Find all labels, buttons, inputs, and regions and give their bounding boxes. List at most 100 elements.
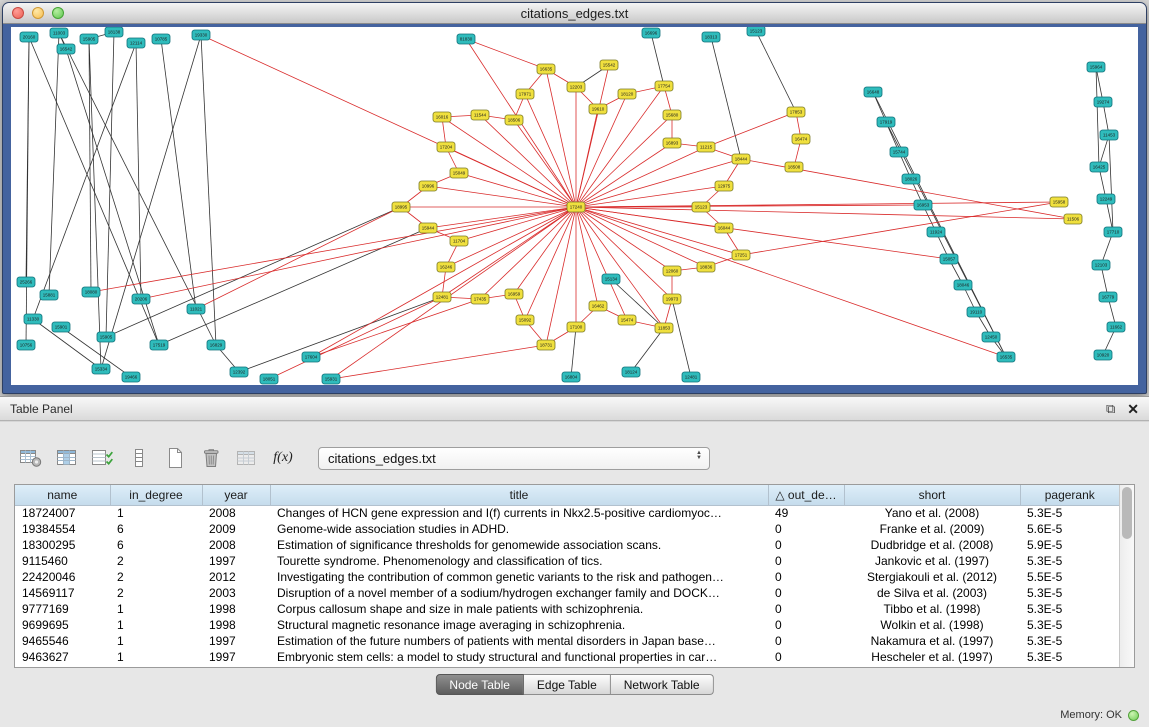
table-cell[interactable]: Nakamura et al. (1997) <box>844 633 1020 649</box>
table-cell[interactable]: 6 <box>110 521 202 537</box>
graph-node[interactable]: 11453 <box>1100 130 1118 140</box>
graph-node[interactable]: 17204 <box>437 142 455 152</box>
table-row[interactable]: 1456911722003Disruption of a novel membe… <box>15 585 1119 601</box>
graph-node[interactable]: 15964 <box>1087 62 1105 72</box>
edit-columns-icon[interactable] <box>88 444 118 472</box>
table-row[interactable]: 911546021997Tourette syndrome. Phenomeno… <box>15 553 1119 569</box>
table-cell[interactable]: 14569117 <box>15 585 110 601</box>
column-header[interactable]: year <box>202 485 270 505</box>
table-cell[interactable]: 0 <box>768 633 844 649</box>
graph-node[interactable]: 15123 <box>692 202 710 212</box>
table-cell[interactable]: 5.3E-5 <box>1020 649 1119 665</box>
graph-node[interactable]: 15092 <box>516 315 534 325</box>
table-cell[interactable]: 2 <box>110 569 202 585</box>
graph-node[interactable]: 19610 <box>589 104 607 114</box>
graph-node[interactable]: 16893 <box>663 138 681 148</box>
table-cell[interactable]: Tourette syndrome. Phenomenology and cla… <box>270 553 768 569</box>
tab-edge-table[interactable]: Edge Table <box>524 674 611 695</box>
graph-node[interactable]: 11704 <box>450 236 468 246</box>
graph-node[interactable]: 18731 <box>537 340 555 350</box>
table-cell[interactable]: de Silva et al. (2003) <box>844 585 1020 601</box>
graph-node[interactable]: 15680 <box>663 110 681 120</box>
table-cell[interactable]: Changes of HCN gene expression and I(f) … <box>270 505 768 521</box>
graph-node[interactable]: 12450 <box>982 332 1000 342</box>
graph-node[interactable]: 11330 <box>24 314 42 324</box>
graph-node[interactable]: 19466 <box>122 372 140 382</box>
table-row[interactable]: 1938455462009Genome-wide association stu… <box>15 521 1119 537</box>
graph-node[interactable]: 16804 <box>562 372 580 382</box>
graph-node[interactable]: 16474 <box>792 134 810 144</box>
table-cell[interactable]: Wolkin et al. (1998) <box>844 617 1020 633</box>
table-cell[interactable]: 0 <box>768 649 844 665</box>
zoom-window-icon[interactable] <box>52 7 64 19</box>
graph-node[interactable]: 16635 <box>537 64 555 74</box>
graph-node[interactable]: 16425 <box>1090 162 1108 172</box>
table-cell[interactable]: 0 <box>768 601 844 617</box>
graph-node[interactable]: 16535 <box>997 352 1015 362</box>
table-cell[interactable]: 0 <box>768 521 844 537</box>
table-source-select[interactable]: citations_edges.txt ▲▼ <box>318 447 710 470</box>
graph-node[interactable]: 12249 <box>1097 194 1115 204</box>
table-cell[interactable]: 22420046 <box>15 569 110 585</box>
graph-node[interactable]: 17710 <box>1104 227 1122 237</box>
table-options-icon[interactable] <box>16 444 46 472</box>
graph-node[interactable]: 16829 <box>207 340 225 350</box>
graph-node[interactable]: 16779 <box>1099 292 1117 302</box>
graph-node[interactable]: 17251 <box>732 250 750 260</box>
table-cell[interactable]: Jankovic et al. (1997) <box>844 553 1020 569</box>
graph-node[interactable]: 16953 <box>914 200 932 210</box>
import-table-icon[interactable] <box>232 444 262 472</box>
table-cell[interactable]: 1 <box>110 505 202 521</box>
table-cell[interactable]: 2 <box>110 585 202 601</box>
graph-node[interactable]: 18138 <box>105 27 123 37</box>
table-cell[interactable]: Structural magnetic resonance image aver… <box>270 617 768 633</box>
table-cell[interactable]: Franke et al. (2009) <box>844 521 1020 537</box>
table-cell[interactable]: 5.3E-5 <box>1020 601 1119 617</box>
graph-node[interactable]: 17240 <box>567 202 585 212</box>
graph-node[interactable]: 15905 <box>97 332 115 342</box>
graph-node[interactable]: 15931 <box>322 374 340 384</box>
column-header[interactable]: name <box>15 485 110 505</box>
graph-node[interactable]: 11924 <box>927 227 945 237</box>
graph-node[interactable]: 18120 <box>618 89 636 99</box>
table-cell[interactable]: Dudbridge et al. (2008) <box>844 537 1020 553</box>
table-cell[interactable]: 0 <box>768 537 844 553</box>
graph-node[interactable]: 17100 <box>567 322 585 332</box>
graph-node[interactable]: 12060 <box>663 266 681 276</box>
table-cell[interactable]: 2012 <box>202 569 270 585</box>
column-header[interactable]: in_degree <box>110 485 202 505</box>
graph-node[interactable]: 11662 <box>1107 322 1125 332</box>
table-cell[interactable]: 1 <box>110 649 202 665</box>
graph-node[interactable]: 15474 <box>618 315 636 325</box>
table-cell[interactable]: 5.3E-5 <box>1020 617 1119 633</box>
graph-node[interactable]: 15542 <box>600 60 618 70</box>
table-cell[interactable]: 5.3E-5 <box>1020 505 1119 521</box>
graph-node[interactable]: 15049 <box>450 168 468 178</box>
table-cell[interactable]: 1 <box>110 601 202 617</box>
graph-node[interactable]: 25266 <box>17 277 35 287</box>
graph-node[interactable]: 17754 <box>655 81 673 91</box>
table-cell[interactable]: 9463627 <box>15 649 110 665</box>
function-builder-icon[interactable]: f(x) <box>268 444 298 472</box>
table-cell[interactable]: Embryonic stem cells: a model to study s… <box>270 649 768 665</box>
graph-node[interactable]: 10996 <box>419 181 437 191</box>
column-header[interactable]: title <box>270 485 768 505</box>
graph-node[interactable]: 15958 <box>1050 197 1068 207</box>
table-cell[interactable]: Investigating the contribution of common… <box>270 569 768 585</box>
graph-node[interactable]: 10920 <box>1094 350 1112 360</box>
graph-node[interactable]: 18051 <box>260 374 278 384</box>
graph-node[interactable]: 17853 <box>787 107 805 117</box>
graph-node[interactable]: 18444 <box>732 154 750 164</box>
table-cell[interactable]: 1 <box>110 633 202 649</box>
graph-node[interactable]: 17919 <box>877 117 895 127</box>
graph-node[interactable]: 15901 <box>52 322 70 332</box>
table-row[interactable]: 977716911998Corpus callosum shape and si… <box>15 601 1119 617</box>
float-panel-icon[interactable]: ⧉ <box>1106 402 1115 415</box>
table-cell[interactable]: Tibbo et al. (1998) <box>844 601 1020 617</box>
graph-node[interactable]: 16462 <box>589 301 607 311</box>
table-row[interactable]: 969969511998Structural magnetic resonanc… <box>15 617 1119 633</box>
graph-node[interactable]: 12203 <box>567 82 585 92</box>
table-cell[interactable]: 0 <box>768 617 844 633</box>
graph-node[interactable]: 15881 <box>40 290 58 300</box>
table-row[interactable]: 946362711997Embryonic stem cells: a mode… <box>15 649 1119 665</box>
